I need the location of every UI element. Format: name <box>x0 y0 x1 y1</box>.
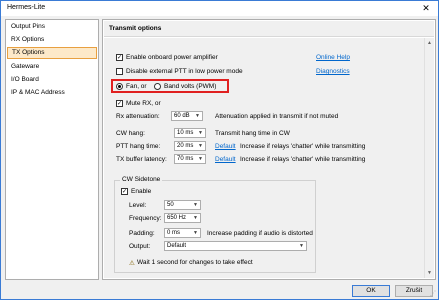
rx-attenuation-value: 60 dB <box>174 113 190 119</box>
tx-buffer-label: TX buffer latency: <box>116 156 167 163</box>
sidetone-warning: Wait 1 second for changes to take effect <box>137 259 253 266</box>
disable-ptt-label: Disable external PTT in low power mode <box>126 68 243 75</box>
options-area: ✓ Enable onboard power amplifier Online … <box>104 38 425 278</box>
cw-sidetone-title: CW Sidetone <box>120 176 163 183</box>
tx-buffer-value: 70 ms <box>177 156 194 162</box>
ptt-hang-label: PTT hang time: <box>116 143 161 150</box>
scroll-up-icon[interactable]: ▲ <box>427 40 432 46</box>
fan-radio[interactable] <box>116 83 123 90</box>
chevron-down-icon: ▼ <box>193 230 198 236</box>
cw-hang-dropdown[interactable]: 10 ms ▼ <box>174 128 206 138</box>
section-header: Transmit options <box>104 21 434 37</box>
warning-icon: ⚠ <box>129 260 135 267</box>
cw-hang-value: 10 ms <box>177 130 194 136</box>
online-help-link[interactable]: Online Help <box>316 54 350 61</box>
sidetone-level-value: 50 <box>167 202 174 208</box>
band-volts-label: Band volts (PWM) <box>164 83 217 90</box>
ptt-hang-note: Increase if relays 'chatter' while trans… <box>240 143 366 150</box>
tx-buffer-note: Increase if relays 'chatter' while trans… <box>240 156 366 163</box>
tx-buffer-dropdown[interactable]: 70 ms ▼ <box>174 154 206 164</box>
sidetone-padding-note: Increase padding if audio is distorted <box>207 230 313 237</box>
window-title: Hermes-Lite <box>7 4 46 11</box>
diagnostics-link[interactable]: Diagnostics <box>316 68 350 75</box>
tx-buffer-default-link[interactable]: Default <box>215 156 236 163</box>
chevron-down-icon: ▼ <box>193 202 198 208</box>
sidetone-frequency-value: 650 Hz <box>167 215 187 221</box>
sidebar-item-tx-options[interactable]: TX Options <box>7 47 97 59</box>
ptt-hang-default-link[interactable]: Default <box>215 143 236 150</box>
sidetone-output-dropdown[interactable]: Default ▼ <box>164 241 307 251</box>
section-title: Transmit options <box>109 25 162 32</box>
sidetone-frequency-label: Frequency: <box>129 215 162 222</box>
ptt-hang-dropdown[interactable]: 20 ms ▼ <box>174 141 206 151</box>
band-volts-radio[interactable] <box>154 83 161 90</box>
rx-attenuation-dropdown[interactable]: 60 dB ▼ <box>171 111 203 121</box>
sidetone-output-label: Output: <box>129 243 151 250</box>
enable-pa-label: Enable onboard power amplifier <box>126 54 218 61</box>
sidetone-output-value: Default <box>167 243 187 249</box>
cancel-button[interactable]: Zrušit <box>395 285 433 297</box>
chevron-down-icon: ▼ <box>195 113 200 119</box>
chevron-down-icon: ▼ <box>299 243 304 249</box>
cw-hang-note: Transmit hang time in CW <box>215 130 290 137</box>
sidebar-item-ip-mac[interactable]: IP & MAC Address <box>7 87 97 99</box>
mute-rx-label: Mute RX, or <box>126 100 161 107</box>
chevron-down-icon: ▼ <box>198 156 203 162</box>
sidetone-padding-dropdown[interactable]: 0 ms ▼ <box>164 228 201 238</box>
cw-hang-label: CW hang: <box>116 130 145 137</box>
disable-ptt-checkbox[interactable] <box>116 68 123 75</box>
resize-grip-icon[interactable]: ⋰ <box>430 290 436 297</box>
fan-label: Fan, or <box>126 83 147 90</box>
rx-attenuation-label: Rx attenuation: <box>116 113 160 120</box>
sidetone-enable-checkbox[interactable]: ✓ <box>121 188 128 195</box>
sidetone-padding-value: 0 ms <box>167 230 181 236</box>
sidebar-item-rx-options[interactable]: RX Options <box>7 34 97 46</box>
chevron-down-icon: ▼ <box>193 215 198 221</box>
sidetone-level-label: Level: <box>129 202 147 209</box>
sidebar-item-gateware[interactable]: Gateware <box>7 61 97 73</box>
close-icon[interactable]: ✕ <box>418 2 434 14</box>
sidebar-item-io-board[interactable]: I/O Board <box>7 74 97 86</box>
scroll-down-icon[interactable]: ▼ <box>427 270 432 276</box>
mute-rx-checkbox[interactable]: ✓ <box>116 100 123 107</box>
chevron-down-icon: ▼ <box>198 130 203 136</box>
sidebar-item-output-pins[interactable]: Output Pins <box>7 21 97 33</box>
sidetone-level-dropdown[interactable]: 50 ▼ <box>164 200 201 210</box>
content-panel: Transmit options ✓ Enable onboard power … <box>102 19 436 280</box>
enable-pa-checkbox[interactable]: ✓ <box>116 54 123 61</box>
rx-attenuation-note: Attenuation applied in transmit if not m… <box>215 113 339 120</box>
title-bar: Hermes-Lite ✕ <box>1 1 438 16</box>
sidetone-padding-label: Padding: <box>129 230 155 237</box>
ptt-hang-value: 20 ms <box>177 143 194 149</box>
chevron-down-icon: ▼ <box>198 143 203 149</box>
ok-button[interactable]: OK <box>352 285 390 297</box>
settings-window: Hermes-Lite ✕ Output Pins RX Options TX … <box>0 0 439 300</box>
sidebar: Output Pins RX Options TX Options Gatewa… <box>5 19 99 280</box>
sidetone-enable-label: Enable <box>131 188 152 195</box>
vertical-scrollbar[interactable]: ▲ ▼ <box>424 38 434 278</box>
sidetone-frequency-dropdown[interactable]: 650 Hz ▼ <box>164 213 201 223</box>
